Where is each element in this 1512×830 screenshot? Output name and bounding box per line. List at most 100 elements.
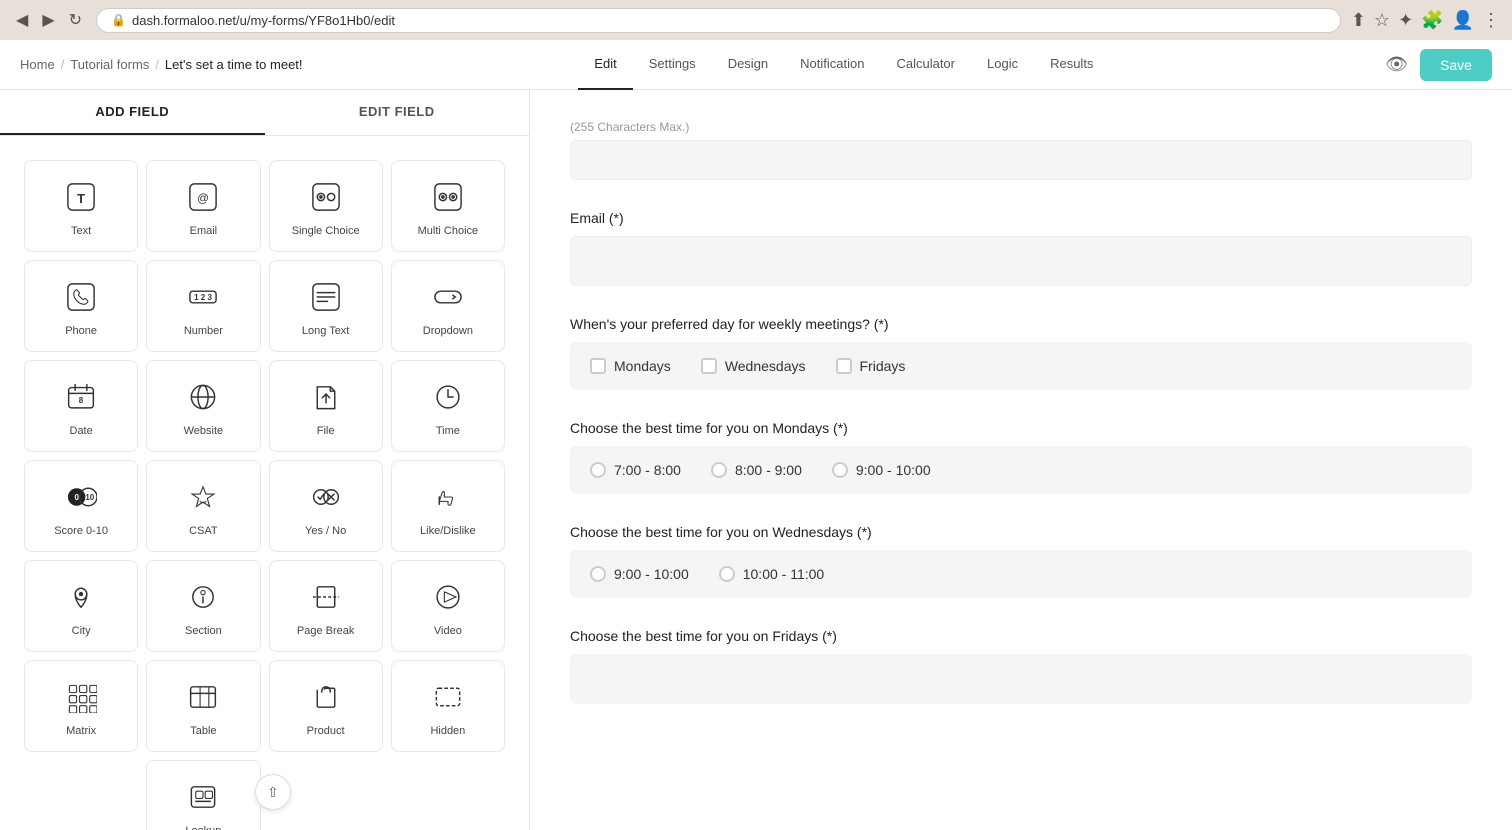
friday-time-field-block: Choose the best time for you on Fridays …: [570, 628, 1472, 704]
choice-wednesdays[interactable]: Wednesdays: [701, 358, 806, 374]
choice-fridays[interactable]: Fridays: [836, 358, 906, 374]
field-item-score[interactable]: 0 10 Score 0-10: [24, 460, 138, 552]
email-field-block: Email (*): [570, 210, 1472, 286]
bookmark-icon[interactable]: ☆: [1374, 10, 1390, 31]
panel-tabs: ADD FIELD EDIT FIELD: [0, 90, 529, 136]
choice-wed-1000-1100[interactable]: 10:00 - 11:00: [719, 566, 824, 582]
tab-calculator[interactable]: Calculator: [880, 40, 971, 90]
field-item-city[interactable]: City: [24, 560, 138, 652]
product-field-label: Product: [307, 725, 345, 737]
tab-logic[interactable]: Logic: [971, 40, 1034, 90]
svg-text:@: @: [197, 192, 209, 205]
choice-wednesdays-label: Wednesdays: [725, 358, 806, 374]
field-item-dropdown[interactable]: Dropdown: [391, 260, 505, 352]
choice-900-1000-label: 9:00 - 10:00: [856, 462, 931, 478]
extension-icon[interactable]: ✦: [1398, 10, 1413, 31]
field-item-long-text[interactable]: Long Text: [269, 260, 383, 352]
text-field-input[interactable]: [570, 140, 1472, 180]
field-item-page-break[interactable]: Page Break: [269, 560, 383, 652]
phone-field-icon: [59, 275, 103, 319]
choice-700-800[interactable]: 7:00 - 8:00: [590, 462, 681, 478]
friday-time-label: Choose the best time for you on Fridays …: [570, 628, 1472, 644]
avatar-icon[interactable]: 👤: [1452, 10, 1474, 31]
breadcrumb-tutorial[interactable]: Tutorial forms: [70, 57, 149, 72]
back-button[interactable]: ◀: [12, 8, 32, 32]
svg-text:1 2 3: 1 2 3: [194, 293, 212, 302]
field-item-hidden[interactable]: Hidden: [391, 660, 505, 752]
field-item-email[interactable]: @ Email: [146, 160, 260, 252]
monday-time-choices: 7:00 - 8:00 8:00 - 9:00 9:00 - 10:00: [570, 446, 1472, 494]
field-item-like-dislike[interactable]: Like/Dislike: [391, 460, 505, 552]
dropdown-field-label: Dropdown: [423, 325, 473, 337]
tab-add-field[interactable]: ADD FIELD: [0, 90, 265, 135]
preferred-day-label: When's your preferred day for weekly mee…: [570, 316, 1472, 332]
tab-settings[interactable]: Settings: [633, 40, 712, 90]
field-item-multi-choice[interactable]: Multi Choice: [391, 160, 505, 252]
puzzle-icon[interactable]: 🧩: [1421, 10, 1443, 31]
number-field-label: Number: [184, 325, 223, 337]
tab-results[interactable]: Results: [1034, 40, 1109, 90]
file-field-label: File: [317, 425, 335, 437]
single-choice-field-icon: [304, 175, 348, 219]
field-item-yes-no[interactable]: Yes / No: [269, 460, 383, 552]
radio-700-800[interactable]: [590, 462, 606, 478]
friday-time-choices: [570, 654, 1472, 704]
text-field-label: Text: [71, 225, 91, 237]
field-item-csat[interactable]: CSAT: [146, 460, 260, 552]
field-item-file[interactable]: File: [269, 360, 383, 452]
radio-wed-1000-1100[interactable]: [719, 566, 735, 582]
choice-mondays[interactable]: Mondays: [590, 358, 671, 374]
field-item-product[interactable]: Product: [269, 660, 383, 752]
breadcrumb-home[interactable]: Home: [20, 57, 55, 72]
refresh-button[interactable]: ↻: [65, 8, 86, 32]
video-field-icon: [426, 575, 470, 619]
field-item-number[interactable]: 1 2 3 Number: [146, 260, 260, 352]
field-item-table[interactable]: Table: [146, 660, 260, 752]
share-icon[interactable]: ⬆: [1351, 10, 1366, 31]
save-button[interactable]: Save: [1420, 49, 1492, 81]
breadcrumb-current: Let's set a time to meet!: [165, 57, 303, 72]
checkbox-wednesdays[interactable]: [701, 358, 717, 374]
choice-800-900[interactable]: 8:00 - 9:00: [711, 462, 802, 478]
checkbox-fridays[interactable]: [836, 358, 852, 374]
tab-edit-field[interactable]: EDIT FIELD: [265, 90, 530, 135]
form-content: (255 Characters Max.) Email (*) When's y…: [530, 90, 1512, 830]
long-text-field-icon: [304, 275, 348, 319]
field-item-matrix[interactable]: Matrix: [24, 660, 138, 752]
hidden-field-icon: [426, 675, 470, 719]
field-item-lookup[interactable]: Lookup: [146, 760, 260, 830]
radio-800-900[interactable]: [711, 462, 727, 478]
tab-edit[interactable]: Edit: [578, 40, 632, 90]
forward-button[interactable]: ▶: [38, 8, 58, 32]
tab-design[interactable]: Design: [712, 40, 784, 90]
field-item-single-choice[interactable]: Single Choice: [269, 160, 383, 252]
monday-time-field-block: Choose the best time for you on Mondays …: [570, 420, 1472, 494]
field-item-text[interactable]: T Text: [24, 160, 138, 252]
browser-actions: ⬆ ☆ ✦ 🧩 👤 ⋮: [1351, 10, 1500, 31]
choice-wed-900-1000-label: 9:00 - 10:00: [614, 566, 689, 582]
choice-wed-900-1000[interactable]: 9:00 - 10:00: [590, 566, 689, 582]
choice-900-1000[interactable]: 9:00 - 10:00: [832, 462, 931, 478]
field-item-video[interactable]: Video: [391, 560, 505, 652]
field-item-website[interactable]: Website: [146, 360, 260, 452]
long-text-field-label: Long Text: [302, 325, 350, 337]
preview-button[interactable]: 👁: [1385, 54, 1408, 75]
field-item-date[interactable]: 8 Date: [24, 360, 138, 452]
yes-no-field-label: Yes / No: [305, 525, 346, 537]
phone-field-label: Phone: [65, 325, 97, 337]
checkbox-mondays[interactable]: [590, 358, 606, 374]
hidden-field-label: Hidden: [430, 725, 465, 737]
score-field-label: Score 0-10: [54, 525, 108, 537]
scroll-up-button[interactable]: ⇧: [255, 774, 291, 810]
radio-wed-900-1000[interactable]: [590, 566, 606, 582]
field-item-section[interactable]: Section: [146, 560, 260, 652]
radio-900-1000[interactable]: [832, 462, 848, 478]
lookup-field-icon: [181, 775, 225, 819]
field-item-time[interactable]: Time: [391, 360, 505, 452]
breadcrumb: Home / Tutorial forms / Let's set a time…: [20, 57, 303, 72]
menu-icon[interactable]: ⋮: [1482, 10, 1500, 31]
tab-notification[interactable]: Notification: [784, 40, 880, 90]
address-bar[interactable]: 🔒 dash.formaloo.net/u/my-forms/YF8o1Hb0/…: [96, 8, 1341, 33]
field-item-phone[interactable]: Phone: [24, 260, 138, 352]
email-input-area[interactable]: [570, 236, 1472, 286]
